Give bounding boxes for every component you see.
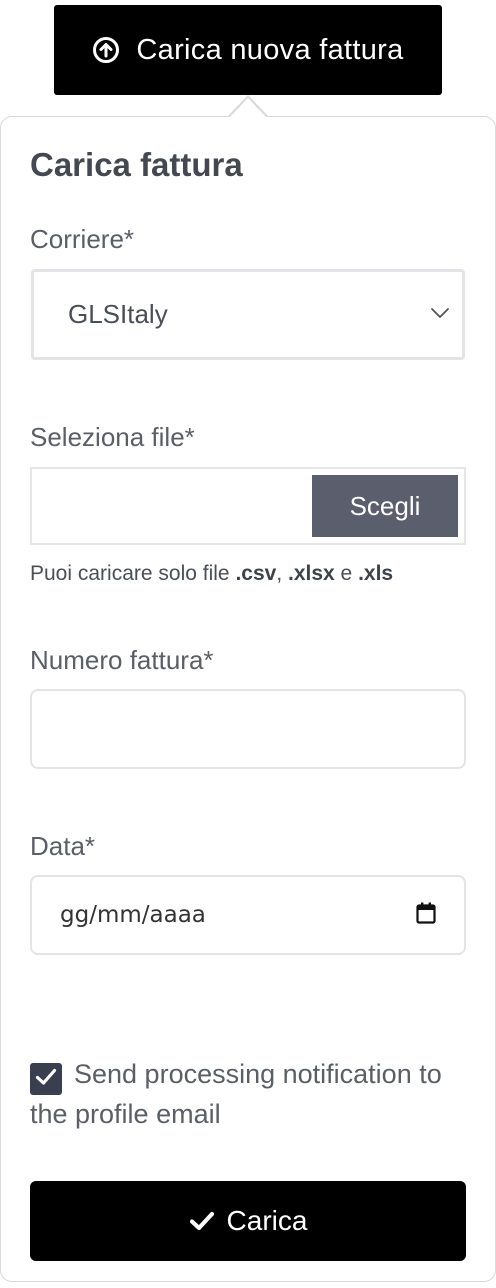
date-field[interactable]: gg/mm/aaaa — [30, 875, 466, 955]
date-label: Data* — [30, 831, 96, 861]
checkmark-icon — [35, 1068, 57, 1091]
popover-arrow-fill — [229, 97, 267, 118]
notification-label: Send processing notification to the prof… — [30, 1059, 442, 1129]
chevron-down-icon — [430, 306, 450, 324]
courier-label: Corriere* — [30, 224, 135, 254]
file-label: Seleziona file* — [30, 422, 195, 452]
circle-arrow-up-icon — [92, 36, 120, 64]
calendar-icon[interactable] — [416, 902, 436, 929]
upload-new-invoice-button[interactable]: Carica nuova fattura — [54, 5, 442, 95]
date-placeholder: gg/mm/aaaa — [60, 902, 206, 928]
choose-file-button[interactable]: Scegli — [312, 475, 458, 537]
courier-selected-value: GLSItaly — [68, 299, 168, 329]
submit-label: Carica — [226, 1205, 308, 1236]
popover-title: Carica fattura — [30, 146, 243, 183]
file-type-hint: Puoi caricare solo file .csv, .xlsx e .x… — [30, 562, 394, 585]
upload-new-invoice-label: Carica nuova fattura — [136, 33, 404, 66]
invoice-number-label: Numero fattura* — [30, 645, 214, 675]
notification-checkbox[interactable] — [30, 1063, 62, 1095]
courier-select[interactable]: GLSItaly — [31, 269, 465, 360]
check-icon — [189, 1211, 215, 1231]
invoice-number-field[interactable] — [30, 689, 466, 769]
submit-upload-button[interactable]: Carica — [30, 1181, 466, 1261]
